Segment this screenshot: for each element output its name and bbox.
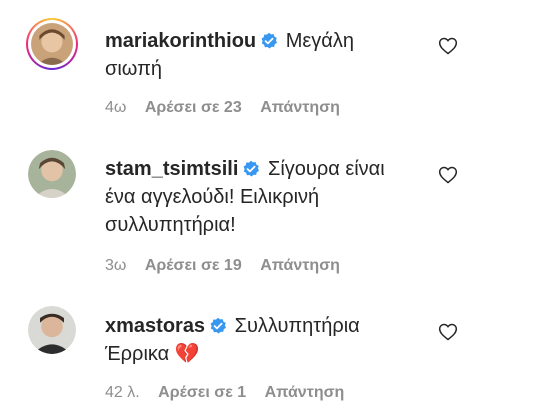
username[interactable]: xmastoras — [105, 315, 205, 337]
heart-icon[interactable] — [438, 165, 458, 185]
verified-badge-icon — [261, 32, 278, 49]
reply-button[interactable]: Απάντηση — [260, 99, 340, 116]
profile-photo-icon — [31, 23, 73, 65]
verified-badge-icon — [210, 317, 227, 334]
avatar[interactable] — [28, 150, 76, 198]
verified-badge-icon — [243, 160, 260, 177]
likes-count[interactable]: Αρέσει σε 19 — [145, 257, 242, 274]
comment-time: 3ω — [105, 257, 127, 274]
reply-button[interactable]: Απάντηση — [265, 384, 345, 401]
comment-time: 4ω — [105, 99, 127, 116]
likes-count[interactable]: Αρέσει σε 23 — [145, 99, 242, 116]
likes-count[interactable]: Αρέσει σε 1 — [158, 384, 246, 401]
username[interactable]: stam_tsimtsili — [105, 158, 238, 180]
profile-photo-icon — [28, 150, 76, 198]
username[interactable]: mariakorinthiou — [105, 30, 256, 52]
heart-icon[interactable] — [438, 36, 458, 56]
profile-photo-icon — [28, 306, 76, 354]
comment-time: 42 λ. — [105, 384, 140, 401]
avatar[interactable] — [26, 18, 78, 70]
reply-button[interactable]: Απάντηση — [260, 257, 340, 274]
broken-heart-emoji: 💔 — [174, 343, 200, 365]
avatar[interactable] — [28, 306, 76, 354]
heart-icon[interactable] — [438, 322, 458, 342]
